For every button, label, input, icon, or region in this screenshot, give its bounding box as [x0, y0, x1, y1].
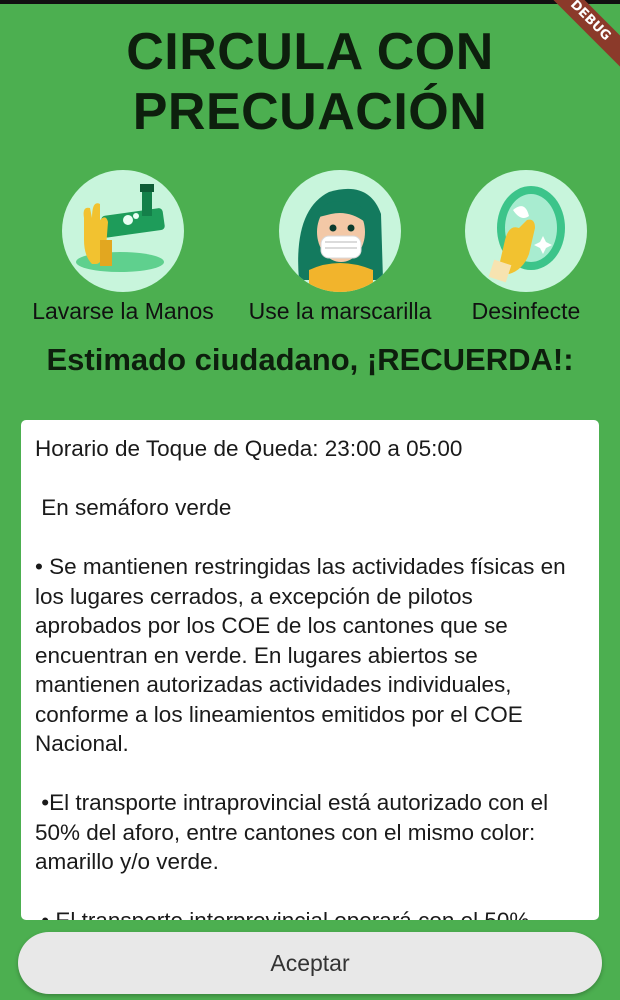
bullet-intraprovincial: •El transporte intraprovincial está auto… — [35, 790, 555, 874]
bullet-physical-activity: • Se mantienen restringidas las activida… — [35, 554, 572, 756]
page-title: CIRCULA CON PRECUACIÓN — [0, 22, 620, 142]
disinfect-icon — [465, 170, 587, 292]
wash-hands-item: Lavarse la Manos — [30, 170, 216, 325]
wash-hands-label: Lavarse la Manos — [32, 298, 214, 324]
disinfect-label: Desinfecte — [471, 298, 581, 324]
traffic-light-heading: En semáforo verde — [35, 495, 232, 520]
safety-icons-row: Lavarse la Manos Use la marscarilla Desi… — [0, 170, 620, 330]
curfew-text: Horario de Toque de Queda: 23:00 a 05:00 — [35, 436, 463, 461]
disinfect-item: Desinfecte — [456, 170, 596, 325]
info-scroll-area[interactable]: Horario de Toque de Queda: 23:00 a 05:00… — [21, 420, 599, 920]
face-mask-icon — [279, 170, 401, 292]
bullet-interprovincial: • El transporte interprovincial operará … — [35, 908, 529, 920]
face-mask-item: Use la marscarilla — [238, 170, 442, 325]
reminder-heading: Estimado ciudadano, ¡RECUERDA!: — [46, 342, 574, 377]
title-line-2: PRECUACIÓN — [132, 83, 488, 141]
accept-button[interactable]: Aceptar — [18, 932, 602, 994]
wash-hands-icon — [62, 170, 184, 292]
face-mask-label: Use la marscarilla — [248, 298, 432, 324]
status-bar — [0, 0, 620, 4]
title-line-1: CIRCULA CON — [126, 23, 494, 81]
info-text: Horario de Toque de Queda: 23:00 a 05:00… — [21, 420, 599, 920]
